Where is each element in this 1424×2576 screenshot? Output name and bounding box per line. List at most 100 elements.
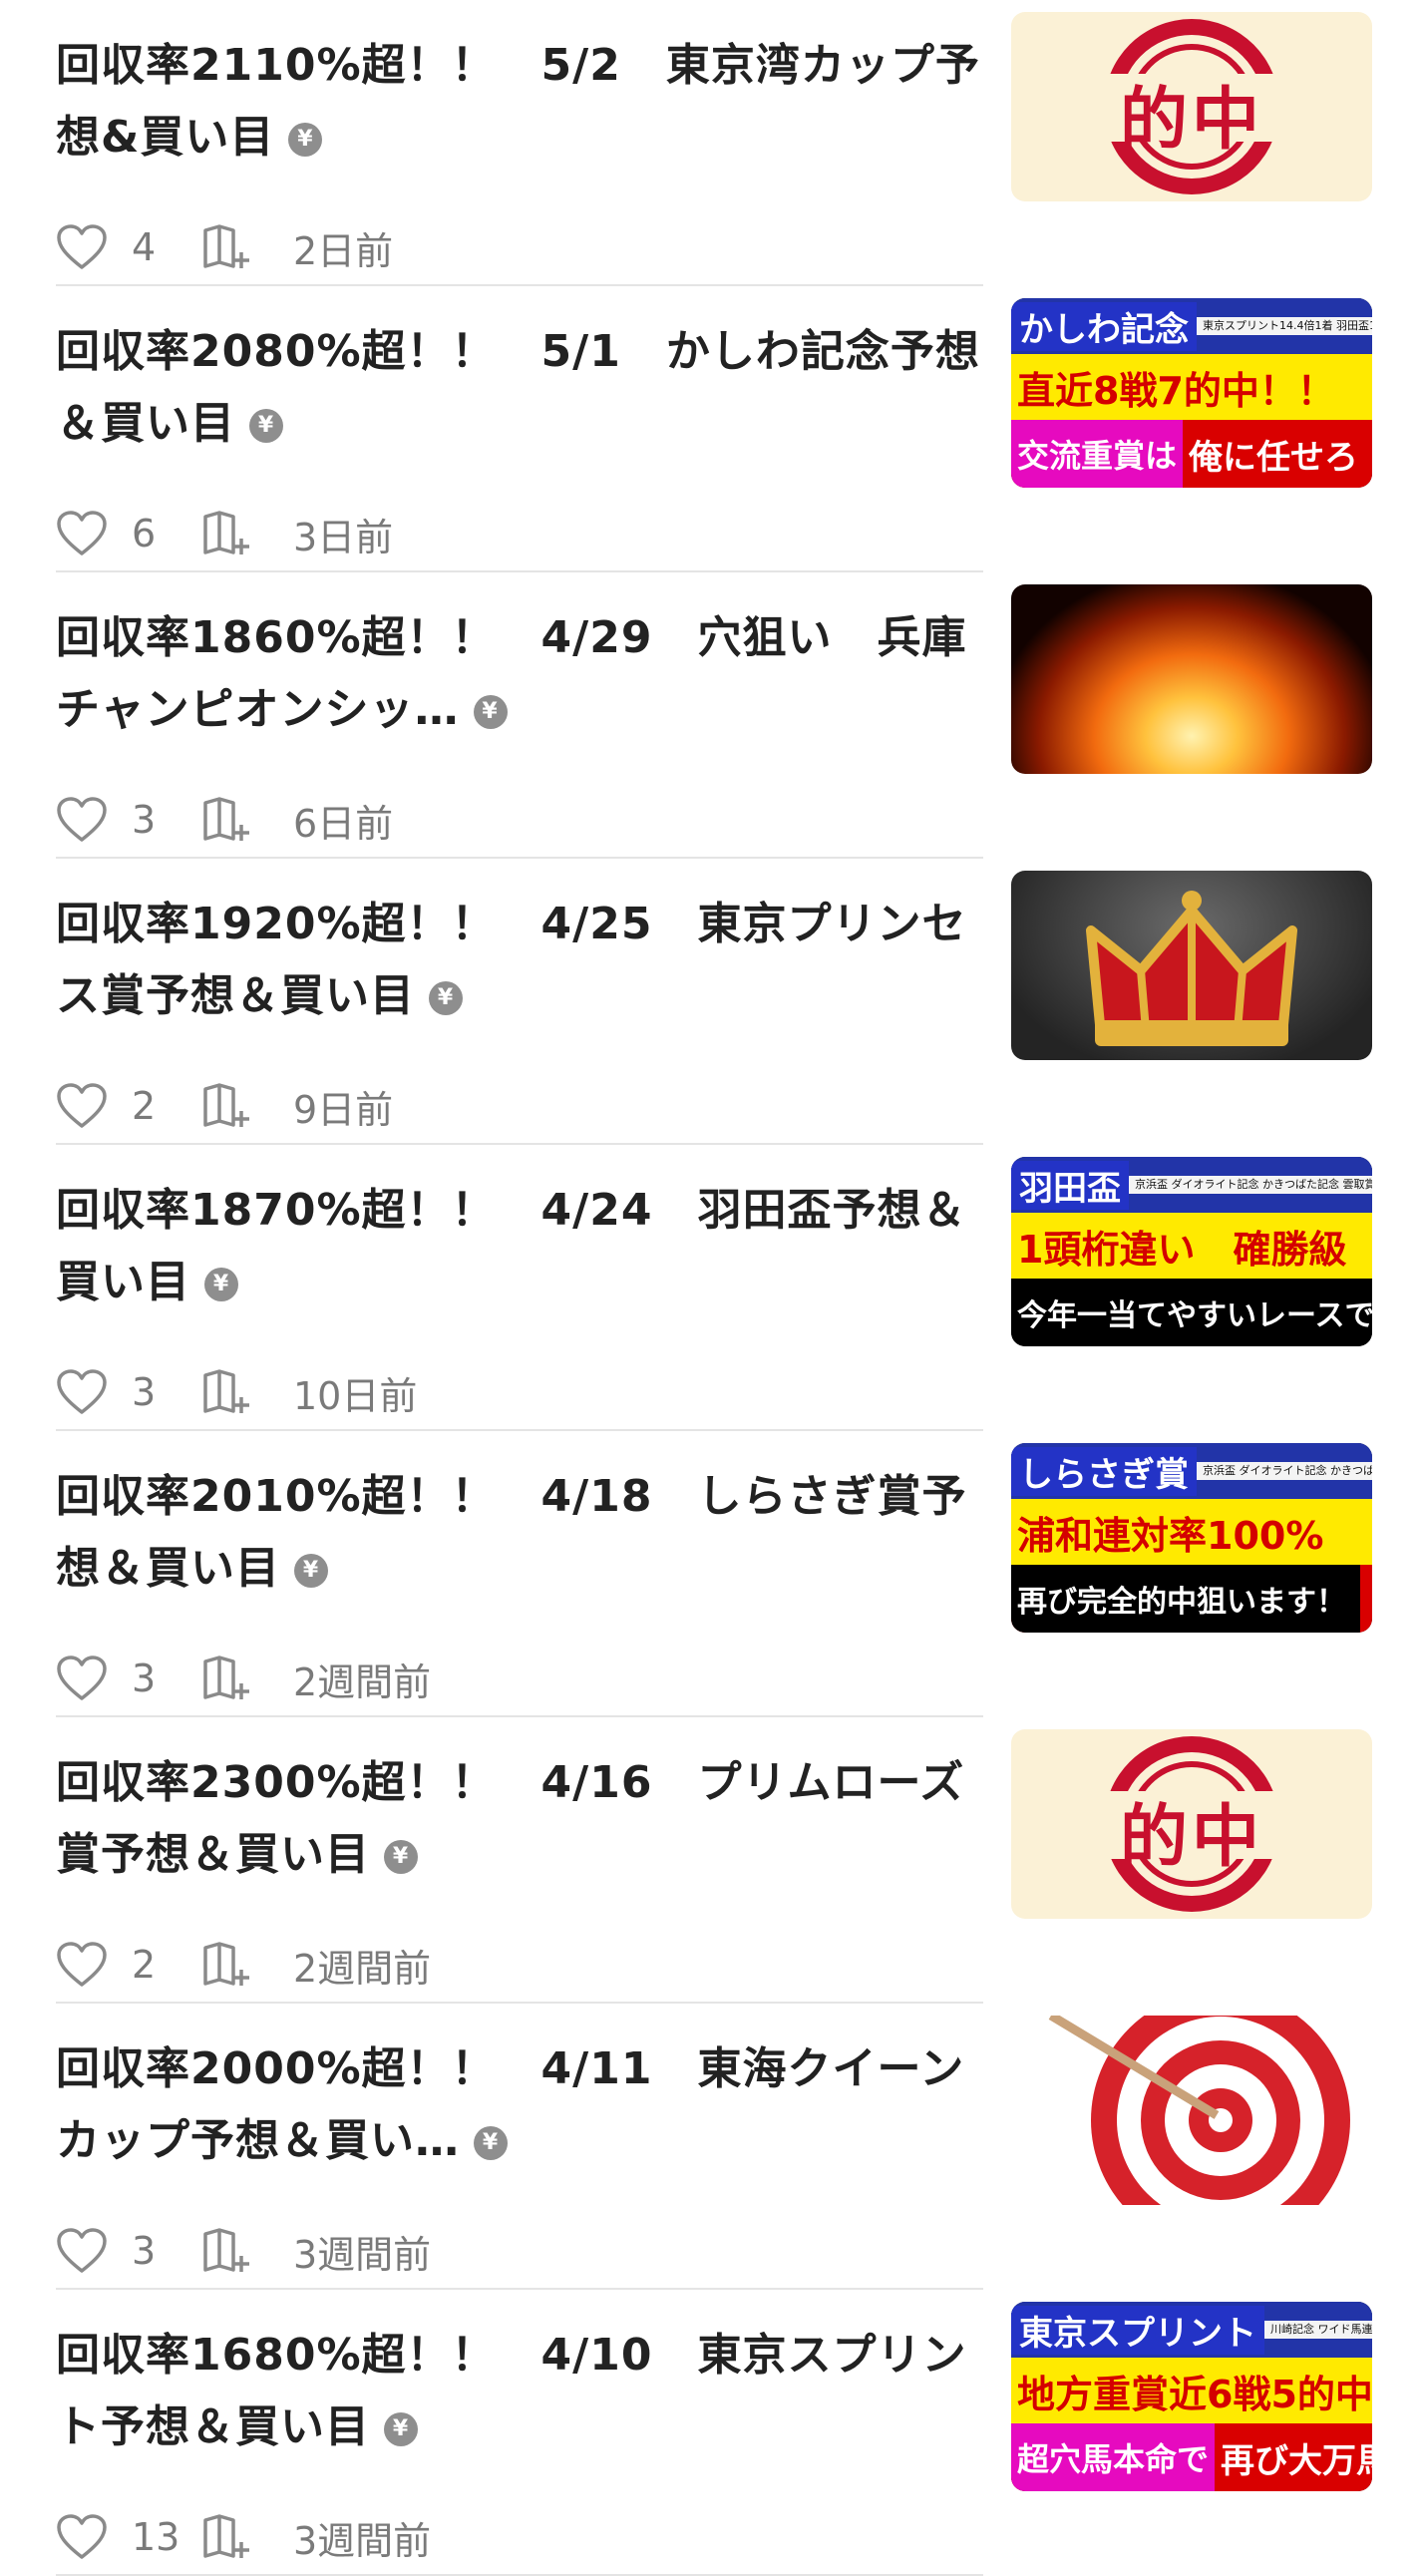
article-meta: 4 2日前 [56,221,393,273]
like-count: 2 [132,1943,157,1987]
list-item[interactable]: 回収率2300%超！！ 4/16 プリムローズ賞予想＆買い目 ¥2 2週間前 的中 [56,1717,1372,2004]
banner-label: しらさぎ賞 [1011,1446,1197,1496]
article-thumbnail[interactable] [1011,871,1372,1060]
article-title[interactable]: 回収率1860%超！！ 4/29 穴狙い 兵庫チャンピオンシッ… ¥ [56,602,981,746]
like-count: 4 [132,225,157,269]
paid-badge-icon: ¥ [429,981,463,1015]
heart-icon[interactable] [56,1082,108,1130]
paid-badge-icon: ¥ [474,2126,508,2160]
article-title-text: 回収率1920%超！！ 4/25 東京プリンセス賞予想＆買い目 [56,899,967,1021]
like-count: 3 [132,1656,157,1700]
banner-label: かしわ記念 [1011,301,1197,351]
published-time: 9日前 [293,1087,394,1132]
published-time: 3日前 [293,515,394,559]
article-title[interactable]: 回収率2110%超！！ 5/2 東京湾カップ予想&買い目 ¥ [56,30,981,174]
magazine-add-icon[interactable] [201,2512,251,2562]
article-title-text: 回収率2080%超！！ 5/1 かしわ記念予想＆買い目 [56,326,980,449]
article-title-text: 回収率1860%超！！ 4/29 穴狙い 兵庫チャンピオンシッ… [56,612,967,735]
published-time: 3週間前 [293,2518,432,2563]
like-count: 6 [132,512,157,555]
banner-note: 東京スプリント14.4倍1着 羽田盃100.6倍3着 兵庫CS57.2倍3着 [1197,317,1372,335]
banner-headline: 直近8戦7的中！！ [1017,368,1335,413]
list-item[interactable]: 回収率1860%超！！ 4/29 穴狙い 兵庫チャンピオンシッ… ¥3 6日前 [56,572,1372,859]
article-title[interactable]: 回収率2080%超！！ 5/1 かしわ記念予想＆買い目 ¥ [56,316,981,460]
list-item[interactable]: 回収率2080%超！！ 5/1 かしわ記念予想＆買い目 ¥6 3日前 かしわ記念 東京ス… [56,286,1372,572]
published-time: 2週間前 [293,1659,432,1704]
article-title-text: 回収率2110%超！！ 5/2 東京湾カップ予想&買い目 [56,40,980,163]
crown-icon [1086,891,1297,1046]
published-time: 2日前 [293,228,394,273]
heart-icon[interactable] [56,1655,108,1702]
magazine-add-icon[interactable] [201,1367,251,1417]
heart-icon[interactable] [56,796,108,844]
article-title[interactable]: 回収率2010%超！！ 4/18 しらさぎ賞予想＆買い目 ¥ [56,1461,981,1605]
article-title-text: 回収率2300%超！！ 4/16 プリムローズ賞予想＆買い目 [56,1757,965,1880]
article-meta: 6 3日前 [56,508,393,559]
paid-badge-icon: ¥ [294,1554,328,1588]
article-title-text: 回収率2000%超！！ 4/11 東海クイーンカップ予想＆買い… [56,2043,965,2166]
banner-label: 東京スプリント [1011,2305,1264,2355]
paid-badge-icon: ¥ [473,695,508,729]
banner-footer-a: 再び完全的中狙います！ [1011,1565,1360,1633]
list-item[interactable]: 回収率1870%超！！ 4/24 羽田盃予想＆買い目 ¥3 10日前 羽田盃 京浜盃 ダ… [56,1145,1372,1431]
article-meta: 2 9日前 [56,1080,393,1132]
paid-badge-icon: ¥ [288,123,323,157]
article-thumbnail[interactable]: 羽田盃京浜盃 ダイオライト記念 かきつばた記念 雲取賞 東京スプリント的中！ 1頭… [1011,1157,1372,1346]
article-list: 回収率2110%超！！ 5/2 東京湾カップ予想&買い目 ¥4 2日前 的中 回収率20… [0,0,1424,2576]
banner-footer-b: 俺に任せろ [1189,437,1359,478]
heart-icon[interactable] [56,1941,108,1989]
article-title-text: 回収率1680%超！！ 4/10 東京スプリント予想＆買い目 [56,2330,967,2452]
heart-icon[interactable] [56,2227,108,2275]
article-thumbnail[interactable]: しらさぎ賞京浜盃 ダイオライト記念 かきつばた記念 雲取賞 東京スプリント的中！… [1011,1443,1372,1633]
paid-badge-icon: ¥ [249,409,283,443]
heart-icon[interactable] [56,2513,108,2561]
article-thumbnail[interactable] [1011,2016,1372,2205]
article-thumbnail[interactable]: 的中 [1011,12,1372,201]
published-time: 6日前 [293,801,394,846]
magazine-add-icon[interactable] [201,2226,251,2276]
paid-badge-icon: ¥ [384,1840,418,1874]
banner-headline: 浦和連対率100% [1017,1513,1324,1558]
article-title[interactable]: 回収率1870%超！！ 4/24 羽田盃予想＆買い目 ¥ [56,1175,981,1318]
magazine-add-icon[interactable] [201,1654,251,1703]
like-count: 2 [132,1084,157,1128]
list-item[interactable]: 回収率1920%超！！ 4/25 東京プリンセス賞予想＆買い目 ¥2 9日前 [56,859,1372,1145]
list-item[interactable]: 回収率2000%超！！ 4/11 東海クイーンカップ予想＆買い… ¥3 3週間前 [56,2004,1372,2290]
banner-label: 羽田盃 [1011,1160,1129,1210]
article-thumbnail[interactable]: かしわ記念東京スプリント14.4倍1着 羽田盃100.6倍3着 兵庫CS57.2… [1011,298,1372,488]
list-item[interactable]: 回収率2110%超！！ 5/2 東京湾カップ予想&買い目 ¥4 2日前 的中 [56,0,1372,286]
banner-footer-a: 今年一当てやすいレースです [1011,1279,1372,1346]
article-meta: 13 3週間前 [56,2511,431,2563]
article-thumbnail[interactable]: 的中 [1011,1729,1372,1919]
magazine-add-icon[interactable] [201,1081,251,1131]
banner-footer-a: 交流重賞は [1011,420,1184,488]
heart-icon[interactable] [56,223,108,271]
list-item[interactable]: 回収率2010%超！！ 4/18 しらさぎ賞予想＆買い目 ¥ 3 2週間前 しらさぎ賞京… [56,1431,1372,1717]
article-thumbnail[interactable]: 東京スプリント川崎記念 ワイド馬連的中 5人気グランプリッジ2着 7人気ライトウ… [1011,2302,1372,2491]
heart-icon[interactable] [56,510,108,557]
target-icon [1048,2016,1350,2205]
like-count: 3 [132,2229,157,2273]
list-item[interactable]: 回収率1680%超！！ 4/10 東京スプリント予想＆買い目 ¥ 13 3週間前 東京ス… [56,2290,1372,2576]
hit-stamp-text: 的中 [1119,1797,1263,1877]
published-time: 10日前 [293,1373,418,1418]
article-meta: 3 6日前 [56,794,393,846]
article-title[interactable]: 回収率1680%超！！ 4/10 東京スプリント予想＆買い目 ¥ [56,2320,981,2463]
fire-thumbnail[interactable] [1011,584,1372,774]
article-title[interactable]: 回収率2300%超！！ 4/16 プリムローズ賞予想＆買い目 ¥ [56,1747,981,1891]
banner-note: 京浜盃 ダイオライト記念 かきつばた記念 雲取賞 東京スプリント的中！ [1197,1462,1372,1480]
published-time: 3週間前 [293,2232,432,2277]
banner-footer-b: 再び大万馬券へ [1221,2440,1372,2481]
magazine-add-icon[interactable] [201,795,251,845]
magazine-add-icon[interactable] [201,1940,251,1990]
like-count: 13 [132,2515,180,2559]
like-count: 3 [132,798,157,842]
magazine-add-icon[interactable] [201,222,251,272]
article-meta: 3 3週間前 [56,2225,431,2277]
heart-icon[interactable] [56,1368,108,1416]
article-title[interactable]: 回収率2000%超！！ 4/11 東海クイーンカップ予想＆買い… ¥ [56,2033,981,2177]
article-title[interactable]: 回収率1920%超！！ 4/25 東京プリンセス賞予想＆買い目 ¥ [56,889,981,1032]
article-meta: 2 2週間前 [56,1939,431,1991]
magazine-add-icon[interactable] [201,509,251,558]
published-time: 2週間前 [293,1946,432,1991]
